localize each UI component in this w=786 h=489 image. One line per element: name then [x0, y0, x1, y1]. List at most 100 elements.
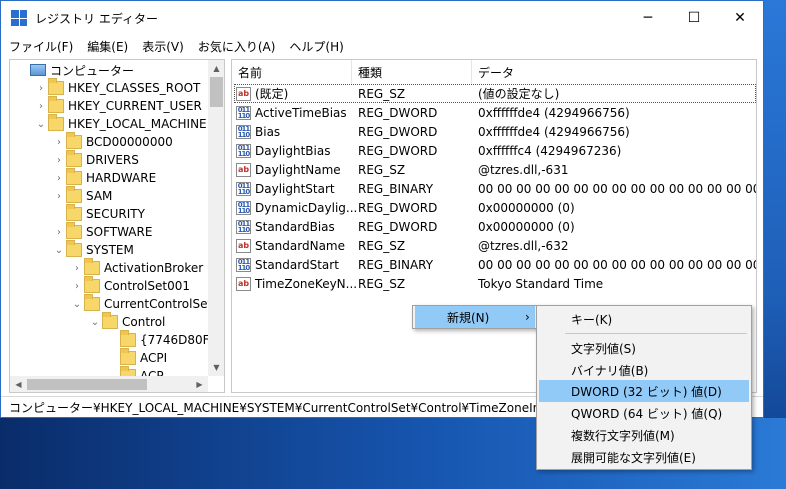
- value-name-cell: ab (既定): [236, 84, 288, 103]
- expand-chevron-icon[interactable]: ⌄: [88, 317, 102, 328]
- tree-vertical-scroll-thumb[interactable]: [210, 77, 223, 107]
- value-data: 00 00 00 00 00 00 00 00 00 00 00 00 00 0…: [478, 181, 757, 196]
- scroll-left-icon[interactable]: ◀: [10, 376, 27, 392]
- tree-item-label: SYSTEM: [86, 243, 134, 257]
- value-name-cell: 011 110 DynamicDaylig...: [236, 198, 357, 217]
- scroll-right-icon[interactable]: ▶: [191, 376, 208, 392]
- tree-item-label: DRIVERS: [86, 153, 139, 167]
- expand-chevron-icon[interactable]: ›: [52, 191, 66, 202]
- value-name-cell: 011 110 StandardStart: [236, 255, 339, 274]
- binary-value-icon: 011 110: [236, 200, 251, 215]
- folder-icon: [66, 222, 82, 239]
- tree-item[interactable]: › SAM: [52, 186, 112, 205]
- tree-item[interactable]: › HKEY_CLASSES_ROOT: [34, 78, 201, 97]
- value-name-cell: ab StandardName: [236, 236, 345, 255]
- tree-item[interactable]: › HKEY_CURRENT_USER: [34, 96, 202, 115]
- tree-horizontal-scrollbar[interactable]: ◀ ▶: [10, 376, 208, 392]
- tree-item[interactable]: SECURITY: [52, 204, 145, 223]
- tree-item[interactable]: ⌄ Control: [88, 312, 165, 331]
- tree-item[interactable]: › BCD00000000: [52, 132, 173, 151]
- tree-item-label: {7746D80F-: [140, 333, 214, 347]
- expand-chevron-icon[interactable]: ⌄: [52, 245, 66, 256]
- title-bar[interactable]: レジストリ エディター ─ ☐ ✕: [1, 1, 763, 35]
- expand-chevron-icon[interactable]: ›: [52, 155, 66, 166]
- value-row[interactable]: 011 110 Bias REG_DWORD 0xffffffde4 (4294966…: [234, 122, 756, 141]
- value-row[interactable]: ab TimeZoneKeyN... REG_SZ Tokyo Standard Ti…: [234, 274, 756, 293]
- tree-item-label: ACPI: [140, 351, 168, 365]
- value-data: @tzres.dll,-632: [478, 238, 569, 253]
- value-row[interactable]: 011 110 DaylightStart REG_BINARY 00 00 00 0…: [234, 179, 756, 198]
- menu-view[interactable]: 表示(V): [142, 38, 184, 55]
- new-dword-value-item[interactable]: DWORD (32 ビット) 値(D): [539, 380, 749, 402]
- expand-chevron-icon[interactable]: ›: [34, 83, 48, 94]
- minimize-button[interactable]: ─: [625, 1, 671, 35]
- tree-item[interactable]: ACPI: [106, 348, 168, 367]
- column-header-type[interactable]: 種類: [352, 60, 472, 84]
- column-header-data[interactable]: データ: [472, 60, 756, 84]
- tree-item[interactable]: {7746D80F-: [106, 330, 214, 349]
- value-type: REG_BINARY: [358, 257, 434, 272]
- binary-value-icon: 011 110: [236, 181, 251, 196]
- string-value-icon: ab: [236, 162, 251, 177]
- menu-favorites[interactable]: お気に入り(A): [198, 38, 276, 55]
- string-value-icon: ab: [236, 86, 251, 101]
- expand-chevron-icon[interactable]: ›: [34, 101, 48, 112]
- folder-icon: [66, 168, 82, 185]
- value-row[interactable]: ab (既定) REG_SZ (値の設定なし): [234, 84, 756, 103]
- column-header-name[interactable]: 名前: [232, 60, 352, 84]
- scroll-down-icon[interactable]: ▼: [208, 359, 224, 376]
- value-data: 00 00 00 00 00 00 00 00 00 00 00 00 00 0…: [478, 257, 757, 272]
- new-binary-value-item[interactable]: バイナリ値(B): [539, 359, 749, 381]
- value-row[interactable]: ab StandardName REG_SZ @tzres.dll,-632: [234, 236, 756, 255]
- tree-item-label: CurrentControlSet: [104, 297, 213, 311]
- expand-chevron-icon[interactable]: ›: [70, 263, 84, 274]
- expand-chevron-icon[interactable]: ›: [70, 281, 84, 292]
- value-name: StandardBias: [255, 219, 335, 234]
- value-row[interactable]: 011 110 StandardBias REG_DWORD 0x00000000 (…: [234, 217, 756, 236]
- expand-chevron-icon[interactable]: ›: [52, 227, 66, 238]
- tree-horizontal-scroll-thumb[interactable]: [27, 379, 147, 390]
- menu-file[interactable]: ファイル(F): [9, 38, 73, 55]
- menu-help[interactable]: ヘルプ(H): [289, 38, 343, 55]
- value-row[interactable]: 011 110 ActiveTimeBias REG_DWORD 0xffffffde…: [234, 103, 756, 122]
- tree-item[interactable]: › DRIVERS: [52, 150, 139, 169]
- context-menu: 新規(N) ›: [412, 305, 538, 329]
- value-row[interactable]: 011 110 DynamicDaylig... REG_DWORD 0x000000…: [234, 198, 756, 217]
- new-expandable-string-value-item[interactable]: 展開可能な文字列値(E): [539, 446, 749, 468]
- tree-item-label: HKEY_CLASSES_ROOT: [68, 81, 201, 95]
- binary-value-icon: 011 110: [236, 143, 251, 158]
- tree-item[interactable]: › ControlSet001: [70, 276, 190, 295]
- expand-chevron-icon[interactable]: ⌄: [70, 299, 84, 310]
- scroll-up-icon[interactable]: ▲: [208, 60, 224, 77]
- value-row[interactable]: ab DaylightName REG_SZ @tzres.dll,-631: [234, 160, 756, 179]
- tree-item[interactable]: ⌄ CurrentControlSet: [70, 294, 213, 313]
- menu-edit[interactable]: 編集(E): [87, 38, 128, 55]
- tree-item-label: HKEY_LOCAL_MACHINE: [68, 117, 207, 131]
- tree-item-label: ActivationBroker: [104, 261, 204, 275]
- tree-item-label: SOFTWARE: [86, 225, 153, 239]
- tree-vertical-scrollbar[interactable]: ▲ ▼: [208, 60, 224, 376]
- folder-icon: [48, 78, 64, 95]
- tree-item[interactable]: ⌄ HKEY_LOCAL_MACHINE: [34, 114, 207, 133]
- new-qword-value-item[interactable]: QWORD (64 ビット) 値(Q): [539, 402, 749, 424]
- tree-item[interactable]: ⌄ SYSTEM: [52, 240, 134, 259]
- close-button[interactable]: ✕: [717, 1, 763, 35]
- expand-chevron-icon[interactable]: ›: [52, 137, 66, 148]
- tree-item[interactable]: › SOFTWARE: [52, 222, 153, 241]
- tree-item[interactable]: › HARDWARE: [52, 168, 156, 187]
- tree-item[interactable]: コンピューター: [16, 61, 134, 79]
- value-name: Bias: [255, 124, 281, 139]
- folder-icon: [66, 204, 82, 221]
- value-row[interactable]: 011 110 DaylightBias REG_DWORD 0xffffffc4 (…: [234, 141, 756, 160]
- tree-item[interactable]: › ActivationBroker: [70, 258, 204, 277]
- value-type: REG_SZ: [358, 86, 406, 101]
- expand-chevron-icon[interactable]: ⌄: [34, 119, 48, 130]
- new-key-item[interactable]: キー(K): [539, 308, 749, 330]
- value-row[interactable]: 011 110 StandardStart REG_BINARY 00 00 00 0…: [234, 255, 756, 274]
- value-type: REG_SZ: [358, 238, 406, 253]
- maximize-button[interactable]: ☐: [671, 1, 717, 35]
- new-string-value-item[interactable]: 文字列値(S): [539, 337, 749, 359]
- expand-chevron-icon[interactable]: ›: [52, 173, 66, 184]
- context-menu-new[interactable]: 新規(N) ›: [415, 306, 535, 328]
- new-multi-string-value-item[interactable]: 複数行文字列値(M): [539, 424, 749, 446]
